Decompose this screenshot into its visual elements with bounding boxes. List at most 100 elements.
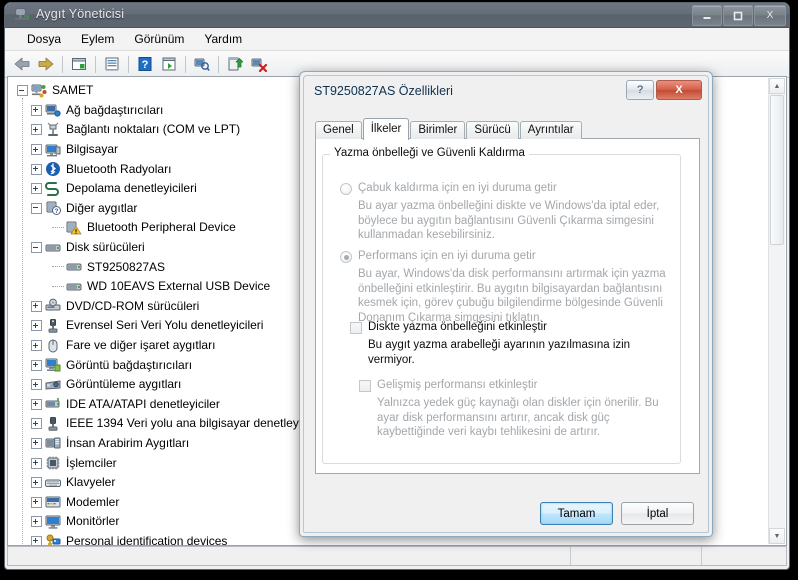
collapse-toggle-icon[interactable] — [31, 242, 42, 254]
dvd-icon — [45, 298, 61, 314]
dialog-close-button[interactable]: X — [656, 80, 702, 100]
expand-toggle-icon[interactable] — [31, 359, 42, 371]
menu-item-yardim[interactable]: Yardım — [194, 30, 252, 48]
maximize-button[interactable] — [723, 5, 753, 26]
tree-item-label: Bağlantı noktaları (COM ve LPT) — [66, 122, 241, 137]
network-adapter-icon — [45, 102, 61, 118]
expand-toggle-icon[interactable] — [31, 418, 42, 430]
expand-toggle-icon[interactable] — [31, 398, 42, 410]
properties-icon[interactable] — [68, 53, 90, 75]
warning-device-icon — [66, 220, 82, 236]
help-button[interactable]: ? — [626, 80, 654, 100]
window-titlebar: Aygıt Yöneticisi X — [5, 3, 789, 28]
menu-item-gorunum[interactable]: Görünüm — [124, 30, 194, 48]
status-segment-2 — [571, 547, 702, 565]
advanced-performance-description: Yalnızca yedek güç kaynağı olan diskler … — [377, 397, 659, 439]
expand-toggle-icon[interactable] — [31, 496, 42, 508]
keyboard-icon — [45, 475, 61, 491]
tree-item-label: Disk sürücüleri — [66, 240, 145, 255]
status-bar — [7, 546, 787, 566]
list-view-icon[interactable] — [101, 53, 123, 75]
checkbox-advanced-performance-label: Gelişmiş performansı etkinleştir — [377, 379, 538, 391]
tree-item-label: Personal identification devices — [66, 533, 228, 546]
radio-quick-removal-label: Çabuk kaldırma için en iyi duruma getir — [358, 182, 557, 194]
ok-button[interactable]: Tamam — [540, 502, 613, 525]
disk-drive-icon — [45, 240, 61, 256]
expand-toggle-icon[interactable] — [31, 124, 42, 136]
toolbar-separator — [128, 55, 129, 73]
tree-item-label: Bilgisayar — [66, 142, 119, 157]
collapse-toggle-icon[interactable] — [31, 202, 42, 214]
menu-item-dosya[interactable]: Dosya — [17, 30, 71, 48]
toolbar-separator — [185, 55, 186, 73]
expand-toggle-icon[interactable] — [31, 457, 42, 469]
expand-toggle-icon[interactable] — [31, 144, 42, 156]
computer-icon — [31, 83, 47, 99]
tree-item-label: Görüntü bağdaştırıcıları — [66, 357, 193, 372]
groupbox-legend: Yazma önbelleği ve Güvenli Kaldırma — [330, 147, 529, 159]
expand-toggle-icon[interactable] — [31, 340, 42, 352]
tree-item-label: Monitörler — [66, 514, 120, 529]
expand-toggle-icon[interactable] — [31, 300, 42, 312]
dialog-window-controls: ? X — [626, 80, 702, 100]
play-icon[interactable] — [158, 53, 180, 75]
expand-toggle-icon[interactable] — [31, 535, 42, 545]
window-controls: X — [692, 5, 786, 26]
checkbox-advanced-performance[interactable] — [359, 380, 371, 392]
tree-item-label: Görüntüleme aygıtları — [66, 377, 182, 392]
tab-ilkeler[interactable]: İlkeler — [362, 118, 410, 140]
quick-removal-description: Bu ayar yazma önbelleğini diskte ve Wind… — [358, 200, 660, 242]
processor-icon — [45, 455, 61, 471]
scrollbar-thumb[interactable] — [770, 95, 784, 245]
radio-better-performance-label: Performans için en iyi duruma getir — [358, 250, 536, 262]
radio-quick-removal[interactable] — [340, 183, 352, 195]
tab-surucu[interactable]: Sürücü — [466, 121, 519, 139]
tree-item-label: Fare ve diğer işaret aygıtları — [66, 338, 216, 353]
properties-dialog: ST9250827AS Özellikleri ? X Genel İlkele… — [299, 71, 713, 537]
scroll-down-icon[interactable]: ▼ — [769, 528, 785, 544]
tree-item-label: İşlemciler — [66, 455, 117, 470]
expand-toggle-icon[interactable] — [31, 516, 42, 528]
back-icon[interactable] — [11, 53, 33, 75]
minimize-button[interactable] — [692, 5, 722, 26]
collapse-toggle-icon[interactable] — [17, 85, 28, 97]
expand-toggle-icon[interactable] — [31, 183, 42, 195]
uninstall-device-icon[interactable] — [248, 53, 270, 75]
menu-item-eylem[interactable]: Eylem — [71, 30, 124, 48]
tab-strip: Genel İlkeler Birimler Sürücü Ayrıntılar — [315, 118, 583, 140]
smartcard-icon — [45, 533, 61, 545]
expand-toggle-icon[interactable] — [31, 379, 42, 391]
main-scrollbar[interactable]: ▲ ▼ — [768, 78, 785, 544]
tree-item-label: SAMET — [52, 83, 94, 98]
cancel-button[interactable]: İptal — [621, 502, 694, 525]
checkbox-write-caching-label: Diskte yazma önbelleğini etkinleştir — [368, 321, 547, 333]
tree-item-label: Klavyeler — [66, 475, 116, 490]
checkbox-write-caching[interactable] — [350, 322, 362, 334]
expand-toggle-icon[interactable] — [31, 163, 42, 175]
scan-hardware-icon[interactable] — [191, 53, 213, 75]
svg-text:?: ? — [142, 59, 149, 71]
tab-genel[interactable]: Genel — [315, 121, 362, 139]
hid-icon — [45, 435, 61, 451]
help-icon[interactable]: ? — [134, 53, 156, 75]
toolbar-separator — [62, 55, 63, 73]
tree-item-label: Diğer aygıtlar — [66, 200, 138, 215]
expand-toggle-icon[interactable] — [31, 104, 42, 116]
usb-icon — [45, 318, 61, 334]
tab-ayrintilar[interactable]: Ayrıntılar — [519, 121, 582, 139]
status-segment-3 — [702, 547, 786, 565]
tree-item-label: ST9250827AS — [87, 259, 166, 274]
mouse-icon — [45, 338, 61, 354]
forward-icon[interactable] — [35, 53, 57, 75]
expand-toggle-icon[interactable] — [31, 477, 42, 489]
update-driver-icon[interactable] — [224, 53, 246, 75]
tree-item-label: IDE ATA/ATAPI denetleyiciler — [66, 396, 220, 411]
tree-item-label: Depolama denetleyicileri — [66, 181, 197, 196]
expand-toggle-icon[interactable] — [31, 437, 42, 449]
expand-toggle-icon[interactable] — [31, 320, 42, 332]
scroll-up-icon[interactable]: ▲ — [769, 78, 785, 94]
radio-better-performance[interactable] — [340, 251, 352, 263]
close-button[interactable]: X — [754, 5, 786, 26]
menu-bar: Dosya Eylem Görünüm Yardım — [5, 28, 789, 51]
tab-birimler[interactable]: Birimler — [410, 121, 466, 139]
